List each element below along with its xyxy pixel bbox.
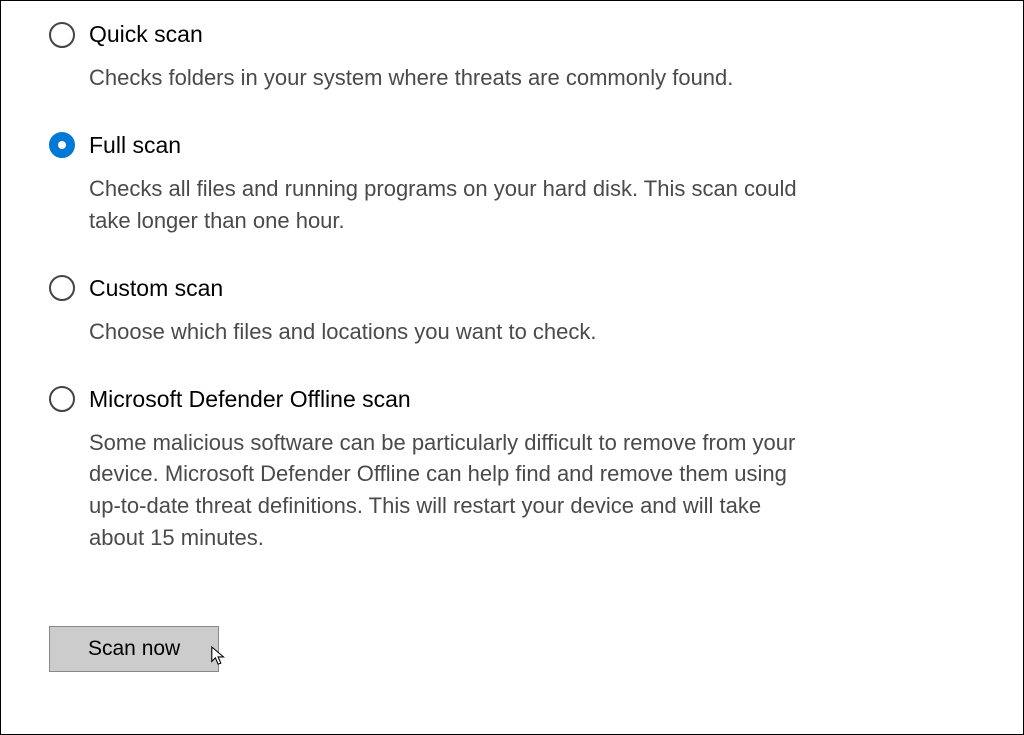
option-label-offline: Microsoft Defender Offline scan <box>89 386 411 413</box>
radio-quick-scan[interactable] <box>49 22 75 48</box>
option-desc-quick: Checks folders in your system where thre… <box>89 62 809 94</box>
radio-full-scan[interactable] <box>49 132 75 158</box>
option-label-custom: Custom scan <box>89 275 223 302</box>
scan-now-label: Scan now <box>88 637 180 660</box>
option-custom-scan: Custom scan Choose which files and locat… <box>49 275 973 348</box>
option-header-full[interactable]: Full scan <box>49 132 973 159</box>
radio-custom-scan[interactable] <box>49 275 75 301</box>
option-desc-full: Checks all files and running programs on… <box>89 173 809 237</box>
option-quick-scan: Quick scan Checks folders in your system… <box>49 21 973 94</box>
option-header-custom[interactable]: Custom scan <box>49 275 973 302</box>
radio-offline-scan[interactable] <box>49 386 75 412</box>
option-header-offline[interactable]: Microsoft Defender Offline scan <box>49 386 973 413</box>
cursor-icon <box>210 645 228 667</box>
scan-now-button[interactable]: Scan now <box>49 626 219 672</box>
option-full-scan: Full scan Checks all files and running p… <box>49 132 973 237</box>
option-offline-scan: Microsoft Defender Offline scan Some mal… <box>49 386 973 555</box>
option-label-quick: Quick scan <box>89 21 203 48</box>
option-header-quick[interactable]: Quick scan <box>49 21 973 48</box>
option-label-full: Full scan <box>89 132 181 159</box>
option-desc-custom: Choose which files and locations you wan… <box>89 316 809 348</box>
option-desc-offline: Some malicious software can be particula… <box>89 427 809 555</box>
